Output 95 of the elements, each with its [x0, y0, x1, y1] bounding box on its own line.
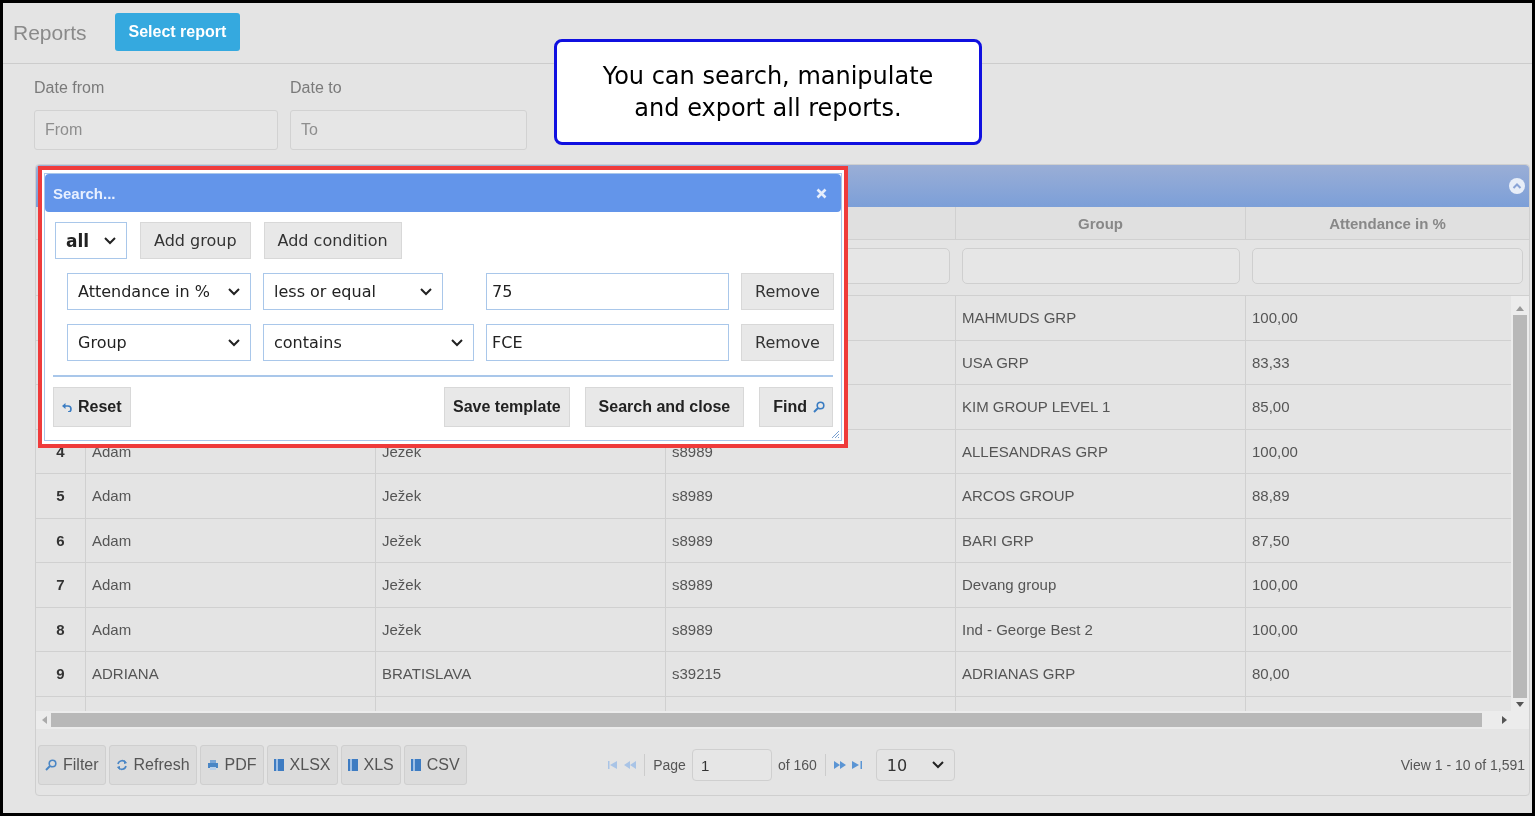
table-cell: s8989 [672, 576, 713, 594]
table-cell: ARCOS GROUP [962, 487, 1075, 505]
field-select[interactable]: Attendance in % [67, 273, 251, 310]
caret-icon [931, 761, 944, 769]
operator-select[interactable]: contains [263, 324, 474, 361]
caret-icon [228, 287, 240, 296]
table-cell: Adam [92, 620, 132, 638]
table-cell: ALLESANDRAS GRP [962, 442, 1108, 460]
table-cell: BARI GRP [962, 531, 1034, 549]
toolbar-button[interactable]: XLSX [266, 745, 338, 785]
record-count: View 1 - 10 of 1,591 [1400, 757, 1525, 773]
table-cell: 100,00 [1252, 620, 1298, 638]
remove-button[interactable]: Remove [741, 273, 834, 310]
first-page-icon[interactable] [608, 761, 619, 769]
table-cell: Ježek [382, 487, 422, 505]
last-page-icon[interactable] [851, 761, 862, 769]
value-field[interactable]: 75 [486, 273, 729, 310]
row-number: 6 [56, 531, 65, 549]
table-cell: s8989 [672, 531, 713, 549]
table-cell: BRATISLAVA [382, 665, 472, 683]
previous-page-icon[interactable] [624, 761, 637, 769]
date-field[interactable]: From [34, 110, 278, 150]
table-cell: Devang group [962, 576, 1057, 594]
remove-button[interactable]: Remove [741, 324, 834, 361]
horizontal-scrollbar[interactable] [36, 711, 1529, 729]
value-field[interactable]: FCE [486, 324, 729, 361]
date-label: Date to [290, 78, 343, 98]
caret-icon [451, 338, 463, 347]
group-action-button[interactable]: Add condition [263, 222, 402, 259]
search-icon [813, 401, 825, 413]
table-cell: 100,00 [1252, 576, 1298, 594]
callout-text: You can search, manipulate and export all reports. [601, 61, 935, 124]
resize-grip-icon[interactable] [831, 430, 840, 439]
close-icon[interactable] [816, 187, 827, 199]
row-number: 5 [56, 487, 65, 505]
dialog-action-button[interactable]: Save template [444, 387, 570, 427]
table-cell: 100,00 [1252, 309, 1298, 327]
page-number-field[interactable]: 1 [691, 749, 772, 781]
table-cell: 87,50 [1252, 531, 1290, 549]
dialog-action-button[interactable]: Find [759, 387, 833, 427]
field-select[interactable]: Group [67, 324, 251, 361]
table-cell: KIM GROUP LEVEL 1 [962, 398, 1111, 416]
caret-icon [228, 338, 240, 347]
toolbar-button[interactable]: Filter [38, 745, 106, 785]
row-number: 9 [56, 665, 65, 683]
document-icon [273, 759, 284, 771]
table-cell: MAHMUDS GRP [962, 309, 1077, 327]
table-cell: 83,33 [1252, 353, 1290, 371]
group-action-button[interactable]: Add group [140, 222, 251, 259]
document-icon [347, 759, 358, 771]
operator-select[interactable]: less or equal [263, 273, 443, 310]
table-cell: s8989 [672, 620, 713, 638]
table-cell: Adam [92, 487, 132, 505]
page-label: Page [653, 757, 686, 773]
table-cell: 85,00 [1252, 398, 1290, 416]
table-cell: Adam [92, 576, 132, 594]
table-cell: ADRIANA [92, 665, 159, 683]
rows-per-page-select[interactable]: 10 [875, 749, 955, 781]
toolbar-button[interactable]: CSV [403, 745, 467, 785]
vertical-scrollbar[interactable] [1511, 296, 1529, 711]
table-cell: USA GRP [962, 353, 1029, 371]
toolbar-button[interactable]: XLS [340, 745, 401, 785]
row-number: 8 [56, 620, 65, 638]
dialog-action-button[interactable]: Search and close [584, 387, 745, 427]
next-page-icon[interactable] [833, 761, 846, 769]
table-cell: Ind - George Best 2 [962, 620, 1093, 638]
collapse-icon[interactable] [1509, 178, 1525, 194]
match-select[interactable]: all [55, 222, 127, 259]
page-title: Reports [13, 21, 87, 45]
toolbar-button[interactable]: PDF [199, 745, 264, 785]
document-icon [410, 759, 421, 771]
toolbar-button[interactable]: Refresh [108, 745, 197, 785]
refresh-icon [115, 759, 128, 771]
table-cell: ADRIANAS GRP [962, 665, 1076, 683]
table-cell: Ježek [382, 531, 422, 549]
date-label: Date from [34, 78, 106, 98]
table-cell: Adam [92, 531, 132, 549]
dialog-title: Search... [53, 184, 116, 202]
table-cell: s8989 [672, 487, 713, 505]
table-cell: Adam [92, 442, 132, 460]
row-number: 7 [56, 576, 65, 594]
table-cell: Ježek [382, 620, 422, 638]
caret-icon [420, 287, 432, 296]
table-cell: s39215 [672, 665, 722, 683]
reset-button[interactable]: Reset [53, 387, 131, 427]
printer-icon [206, 759, 219, 771]
table-cell: Ježek [382, 576, 422, 594]
table-cell: 100,00 [1252, 442, 1298, 460]
search-icon [45, 759, 57, 771]
date-field[interactable]: To [290, 110, 527, 150]
table-cell: 80,00 [1252, 665, 1290, 683]
undo-icon [62, 402, 72, 412]
caret-icon [104, 236, 116, 245]
table-cell: 88,89 [1252, 487, 1290, 505]
page-count: of 160 [777, 757, 817, 773]
